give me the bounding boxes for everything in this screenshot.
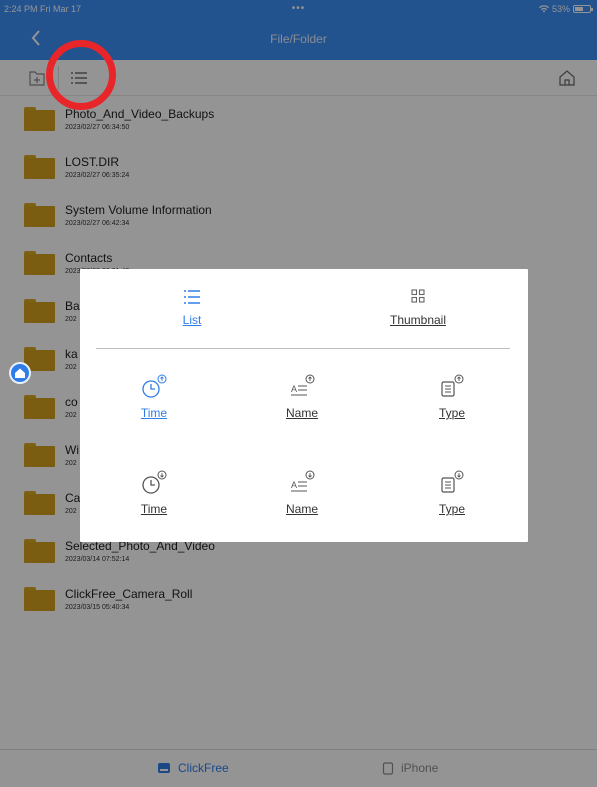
sort-type-descending[interactable]: Type <box>422 469 482 516</box>
floating-home-button[interactable] <box>9 362 31 384</box>
popup-divider <box>96 348 510 349</box>
sort-type-ascending[interactable]: Type <box>422 373 482 420</box>
home-icon <box>15 368 25 378</box>
clock-sort-up-icon <box>142 374 167 398</box>
name-sort-down-icon: A <box>291 470 315 492</box>
view-list-option[interactable]: List <box>162 287 222 327</box>
view-sort-popup: List Thumbnail Time A Name Type Time A N… <box>80 269 528 542</box>
sort-type-descending-label: Type <box>438 502 465 516</box>
type-sort-down-icon <box>441 470 464 493</box>
highlight-circle <box>46 40 116 110</box>
sort-time-descending[interactable]: Time <box>124 469 184 516</box>
clock-sort-down-icon <box>142 470 167 494</box>
view-list-label: List <box>182 313 202 327</box>
sort-name-descending-label: Name <box>285 502 318 516</box>
list-view-icon <box>184 290 200 304</box>
sort-type-ascending-label: Type <box>438 406 465 420</box>
sort-name-descending[interactable]: A Name <box>272 469 332 516</box>
view-thumbnail-option[interactable]: Thumbnail <box>378 287 458 327</box>
sort-name-ascending[interactable]: A Name <box>272 373 332 420</box>
grid-view-icon <box>411 289 425 303</box>
sort-time-descending-label: Time <box>140 502 168 516</box>
sort-time-ascending[interactable]: Time <box>124 373 184 420</box>
svg-text:A: A <box>291 480 297 490</box>
name-sort-up-icon: A <box>291 374 315 396</box>
app-screen: 2:24 PM Fri Mar 17 ••• 53% File/Folder P <box>0 0 597 787</box>
view-thumbnail-label: Thumbnail <box>389 313 447 327</box>
sort-name-ascending-label: Name <box>285 406 318 420</box>
svg-text:A: A <box>291 384 297 394</box>
sort-time-ascending-label: Time <box>140 406 168 420</box>
type-sort-up-icon <box>441 374 464 397</box>
